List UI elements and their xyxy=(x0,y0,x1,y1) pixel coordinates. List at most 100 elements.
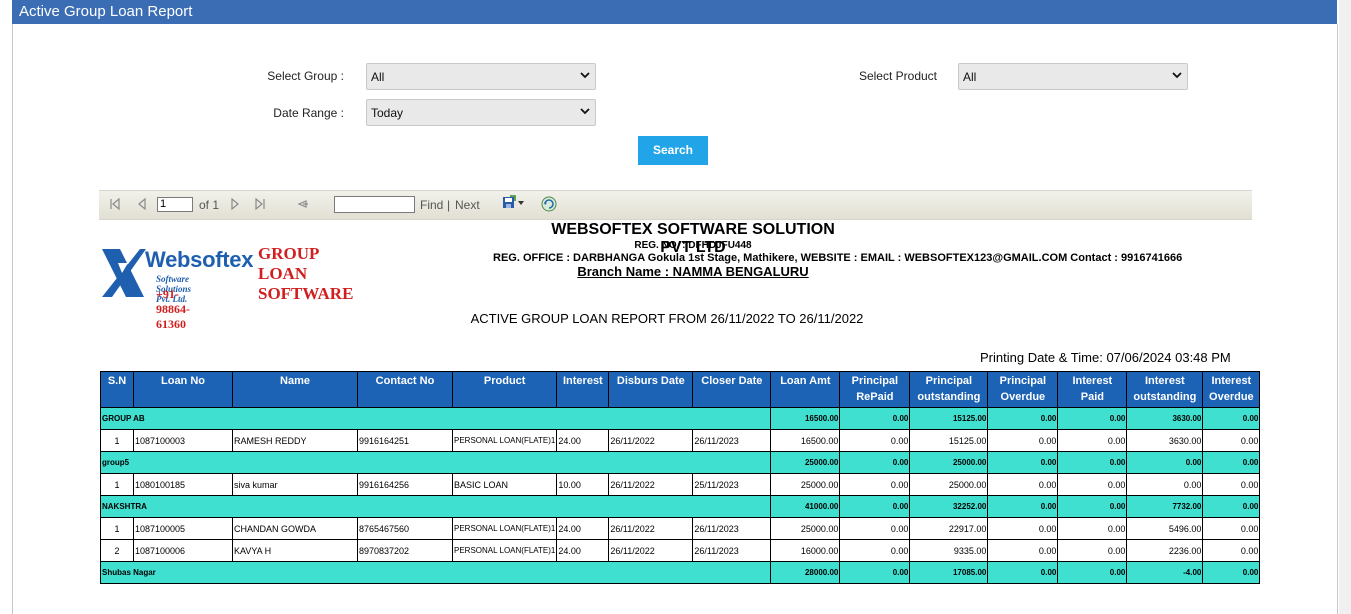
chevron-down-icon xyxy=(580,72,590,79)
logo-product-name: GROUP LOAN SOFTWARE xyxy=(258,244,353,304)
column-header: Name xyxy=(232,371,358,408)
table-cell: 1087100005 xyxy=(133,517,233,540)
table-cell: 26/11/2023 xyxy=(692,517,772,540)
table-row: 1 1087100005 CHANDAN GOWDA 8765467560 PERSON… xyxy=(100,517,1261,540)
table-row: 2 1087100006 KAVYA H 8970837202 PERSONAL LOA… xyxy=(100,539,1261,562)
column-header: Product xyxy=(451,371,558,408)
table-row: 1 1087100003 RAMESH REDDY 9916164251 PERSONA… xyxy=(100,429,1261,452)
group-total-cell: 0.00 xyxy=(1057,407,1128,430)
group-total-cell: 0.00 xyxy=(839,495,911,518)
table-cell: 0.00 xyxy=(839,473,911,496)
export-save-icon[interactable] xyxy=(502,195,516,209)
date-range-label: Date Range : xyxy=(273,106,344,120)
column-header: Principal Overdue xyxy=(987,371,1059,408)
table-cell: PERSONAL LOAN(FLATE)1 xyxy=(451,517,558,540)
refresh-icon[interactable] xyxy=(541,196,557,212)
page-number-input[interactable]: 1 xyxy=(157,197,193,212)
branch-name: Branch Name : NAMMA BENGALURU xyxy=(577,264,809,279)
group-total-cell: 0.00 xyxy=(839,561,911,584)
table-cell: 0.00 xyxy=(1057,539,1128,562)
group-total-cell: 0.00 xyxy=(839,451,911,474)
group-total-cell: 25000.00 xyxy=(909,451,989,474)
back-to-parent-icon[interactable] xyxy=(295,197,309,211)
select-group-label: Select Group : xyxy=(267,69,344,83)
select-group-dropdown[interactable]: All xyxy=(366,63,596,90)
table-cell: 25/11/2023 xyxy=(692,473,772,496)
group-total-cell: 0.00 xyxy=(987,451,1059,474)
group-total-cell: 15125.00 xyxy=(909,407,989,430)
table-cell: 5496.00 xyxy=(1126,517,1204,540)
logo-brand-text: Websoftex xyxy=(145,247,254,272)
select-product-label: Select Product xyxy=(858,69,937,83)
group-total-cell: 0.00 xyxy=(1202,407,1261,430)
next-link[interactable]: Next xyxy=(455,198,480,212)
date-range-dropdown[interactable]: Today xyxy=(366,99,596,126)
group-name-cell: Shubas Nagar xyxy=(99,561,772,584)
group-total-cell: 16500.00 xyxy=(770,407,841,430)
previous-page-icon[interactable] xyxy=(135,197,149,211)
next-page-icon[interactable] xyxy=(228,197,242,211)
group-name-cell: NAKSHTRA xyxy=(99,495,772,518)
table-cell: 26/11/2022 xyxy=(608,429,694,452)
group-total-cell: 41000.00 xyxy=(770,495,841,518)
table-cell: 0.00 xyxy=(839,429,911,452)
table-cell: 22917.00 xyxy=(909,517,989,540)
group-name-cell: group5 xyxy=(99,451,772,474)
export-dropdown-icon[interactable] xyxy=(517,199,525,207)
table-row: 1 1080100185 siva kumar 9916164256 BASIC LOA… xyxy=(100,473,1261,496)
last-page-icon[interactable] xyxy=(253,197,267,211)
company-address: REG. OFFICE : DARBHANGA Gokula 1st Stage… xyxy=(493,252,1183,264)
table-cell: 0.00 xyxy=(987,429,1059,452)
table-cell: CHANDAN GOWDA xyxy=(232,517,358,540)
table-cell: 24.00 xyxy=(556,517,610,540)
group-total-cell: 28000.00 xyxy=(770,561,841,584)
group-total-cell: 0.00 xyxy=(1057,451,1128,474)
table-cell: RAMESH REDDY xyxy=(232,429,358,452)
table-cell: 16500.00 xyxy=(770,429,841,452)
table-cell: 8970837202 xyxy=(357,539,453,562)
column-header: Interest Paid xyxy=(1057,371,1128,408)
table-cell: 0.00 xyxy=(1202,539,1261,562)
table-cell: 26/11/2023 xyxy=(692,429,772,452)
search-button[interactable]: Search xyxy=(638,136,708,165)
vertical-scrollbar[interactable] xyxy=(1339,0,1351,614)
column-header: Disburs Date xyxy=(608,371,694,408)
table-cell: 0.00 xyxy=(1057,429,1128,452)
table-cell: 9916164256 xyxy=(357,473,453,496)
window-titlebar: Active Group Loan Report xyxy=(12,0,1337,24)
column-header: Interest outstanding xyxy=(1126,371,1204,408)
group-row: Shubas Nagar 28000.00 0.00 17085.00 0.00 0.00… xyxy=(99,561,1261,584)
date-range-value: Today xyxy=(371,106,404,120)
first-page-icon[interactable] xyxy=(108,197,122,211)
table-cell: 2236.00 xyxy=(1126,539,1204,562)
table-cell: 9335.00 xyxy=(909,539,989,562)
find-input[interactable] xyxy=(334,196,415,213)
table-cell: 3630.00 xyxy=(1126,429,1204,452)
group-total-cell: 3630.00 xyxy=(1126,407,1204,430)
column-header: Principal outstanding xyxy=(909,371,989,408)
table-cell: 25000.00 xyxy=(770,473,841,496)
column-header: Principal RePaid xyxy=(839,371,911,408)
logo-x-icon xyxy=(102,249,146,297)
table-cell: 0.00 xyxy=(839,517,911,540)
logo-product-line: GROUP xyxy=(258,244,320,263)
select-group-value: All xyxy=(371,70,385,84)
column-header: Closer Date xyxy=(692,371,772,408)
report-table: S.N Loan No Name Contact No Product Interest D… xyxy=(99,371,1261,584)
table-cell: 1 xyxy=(100,517,134,540)
table-cell: 0.00 xyxy=(987,517,1059,540)
table-cell: 16000.00 xyxy=(770,539,841,562)
column-header: Interest Overdue xyxy=(1202,371,1261,408)
table-cell: 25000.00 xyxy=(770,517,841,540)
column-header: Interest xyxy=(556,371,610,408)
find-link[interactable]: Find xyxy=(420,198,443,212)
group-row: GROUP AB 16500.00 0.00 15125.00 0.00 0.00 3630… xyxy=(99,407,1261,430)
table-cell: 26/11/2023 xyxy=(692,539,772,562)
table-cell: BASIC LOAN xyxy=(451,473,558,496)
table-cell: siva kumar xyxy=(232,473,358,496)
table-cell: 1 xyxy=(100,473,134,496)
select-product-dropdown[interactable]: All xyxy=(958,63,1188,90)
table-cell: 0.00 xyxy=(839,539,911,562)
table-cell: 24.00 xyxy=(556,429,610,452)
logo-phone: +91-98864-61360 xyxy=(156,287,190,331)
